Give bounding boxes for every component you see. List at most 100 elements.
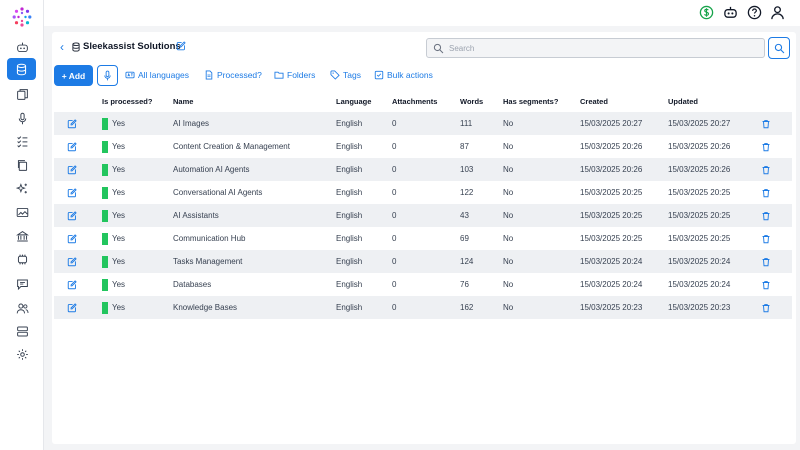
edit-icon [67, 279, 77, 289]
search-box [426, 38, 765, 58]
processed-indicator [102, 163, 108, 176]
bot-button[interactable] [722, 4, 739, 21]
sidebar-item-copy[interactable] [10, 155, 34, 175]
table-body: Yes AI Images English 0 111 No 15/03/2025 20:2… [54, 112, 792, 319]
table-row[interactable]: Yes Conversational AI Agents English 0 122 No… [54, 181, 792, 204]
robot-icon [724, 6, 737, 18]
sidebar-item-bots[interactable] [10, 37, 34, 57]
trash-icon [762, 211, 770, 220]
table-row[interactable]: Yes Databases English 0 76 No 15/03/2025 20:24… [54, 273, 792, 296]
delete-row-button[interactable] [759, 280, 773, 290]
search-button[interactable] [768, 37, 790, 59]
filter-processed[interactable]: Processed? [204, 68, 262, 82]
main-panel: ‹ Sleekassist Solutions + Add All langua… [52, 32, 796, 444]
sidebar-item-servers[interactable] [10, 321, 34, 341]
app-logo[interactable] [11, 6, 33, 28]
attachments-cell: 0 [392, 112, 460, 135]
billing-button[interactable] [698, 4, 715, 21]
sidebar-item-images[interactable] [10, 202, 34, 222]
sidebar-item-models[interactable] [10, 249, 34, 269]
table-row[interactable]: Yes AI Images English 0 111 No 15/03/2025 20:2… [54, 112, 792, 135]
column-header[interactable]: Attachments [392, 90, 460, 112]
sidebar-item-bank[interactable] [10, 226, 34, 246]
table-row[interactable]: Yes AI Assistants English 0 43 No 15/03/2025 2… [54, 204, 792, 227]
table-row[interactable]: Yes Content Creation & Management English 0… [54, 135, 792, 158]
column-header[interactable]: Name [173, 90, 336, 112]
delete-row-button[interactable] [759, 257, 773, 267]
segments-cell: No [503, 112, 580, 135]
delete-cell [759, 250, 792, 273]
edit-row-button[interactable] [54, 164, 90, 175]
delete-cell [759, 158, 792, 181]
sidebar-item-voice[interactable] [10, 108, 34, 128]
edit-row-button[interactable] [54, 210, 90, 221]
search-input[interactable] [449, 41, 759, 55]
segments-cell: No [503, 188, 514, 197]
created-cell: 15/03/2025 20:27 [580, 112, 668, 135]
words-cell: 69 [460, 234, 469, 243]
sidebar-item-databases[interactable] [7, 58, 36, 80]
language-cell: English [336, 296, 392, 319]
table-row[interactable]: Yes Tasks Management English 0 124 No 15/03/20… [54, 250, 792, 273]
attachments-cell: 0 [392, 280, 397, 289]
column-header[interactable]: Created [580, 90, 668, 112]
column-header[interactable]: Is processed? [102, 90, 173, 112]
bulk-actions-menu[interactable]: Bulk actions [374, 68, 433, 82]
name-cell: Tasks Management [173, 250, 336, 273]
edit-icon [67, 233, 77, 243]
edit-row-button[interactable] [54, 118, 90, 129]
document-icon [205, 70, 213, 80]
help-button[interactable] [746, 4, 763, 21]
delete-row-button[interactable] [759, 211, 773, 221]
sidebar-item-chat[interactable] [10, 274, 34, 294]
delete-row-button[interactable] [759, 142, 773, 152]
sidebar-item-tasks[interactable] [10, 131, 34, 151]
processed-indicator [102, 209, 108, 222]
sidebar-item-users[interactable] [10, 298, 34, 318]
edit-title-icon[interactable] [176, 41, 186, 51]
column-header[interactable]: Words [460, 90, 503, 112]
delete-row-button[interactable] [759, 188, 773, 198]
language-cell: English [336, 158, 392, 181]
tags-menu[interactable]: Tags [330, 68, 361, 82]
edit-row-button[interactable] [54, 302, 90, 313]
processed-indicator [102, 301, 108, 314]
column-header[interactable]: Has segments? [503, 90, 580, 112]
edit-row-button[interactable] [54, 187, 90, 198]
column-header[interactable]: Language [336, 90, 392, 112]
account-button[interactable] [769, 4, 786, 21]
created-cell: 15/03/2025 20:25 [580, 188, 643, 197]
edit-icon [67, 210, 77, 220]
delete-row-button[interactable] [759, 119, 773, 129]
folder-icon [274, 71, 284, 79]
edit-row-button[interactable] [54, 141, 90, 152]
delete-row-button[interactable] [759, 303, 773, 313]
processed-indicator [102, 140, 108, 153]
bank-icon [15, 230, 29, 241]
edit-row-button[interactable] [54, 256, 90, 267]
language-cell: English [336, 280, 363, 289]
edit-icon [67, 187, 77, 197]
sidebar-item-ai[interactable] [10, 178, 34, 198]
filter-languages[interactable]: All languages [125, 68, 189, 82]
voice-input-button[interactable] [97, 65, 118, 86]
table-row[interactable]: Yes Knowledge Bases English 0 162 No 15/03/202… [54, 296, 792, 319]
bulk-actions-label: Bulk actions [387, 70, 433, 80]
edit-row-button[interactable] [54, 233, 90, 244]
table-row[interactable]: Yes Communication Hub English 0 69 No 15/03/20… [54, 227, 792, 250]
back-button[interactable]: ‹ [57, 40, 67, 54]
add-button[interactable]: + Add [54, 65, 93, 86]
name-cell: Databases [173, 280, 212, 289]
edit-row-button[interactable] [54, 279, 90, 290]
folders-menu[interactable]: Folders [274, 68, 315, 82]
delete-row-button[interactable] [759, 165, 773, 175]
created-cell: 15/03/2025 20:26 [580, 142, 643, 151]
database-icon [72, 42, 80, 52]
table-row[interactable]: Yes Automation AI Agents English 0 103 No 15/0… [54, 158, 792, 181]
delete-row-button[interactable] [759, 234, 773, 244]
sidebar [0, 0, 44, 450]
sidebar-item-settings[interactable] [10, 344, 34, 364]
sidebar-item-documents[interactable] [10, 84, 34, 104]
column-header[interactable]: Updated [668, 90, 759, 112]
page-title: Sleekassist Solutions [83, 41, 181, 52]
